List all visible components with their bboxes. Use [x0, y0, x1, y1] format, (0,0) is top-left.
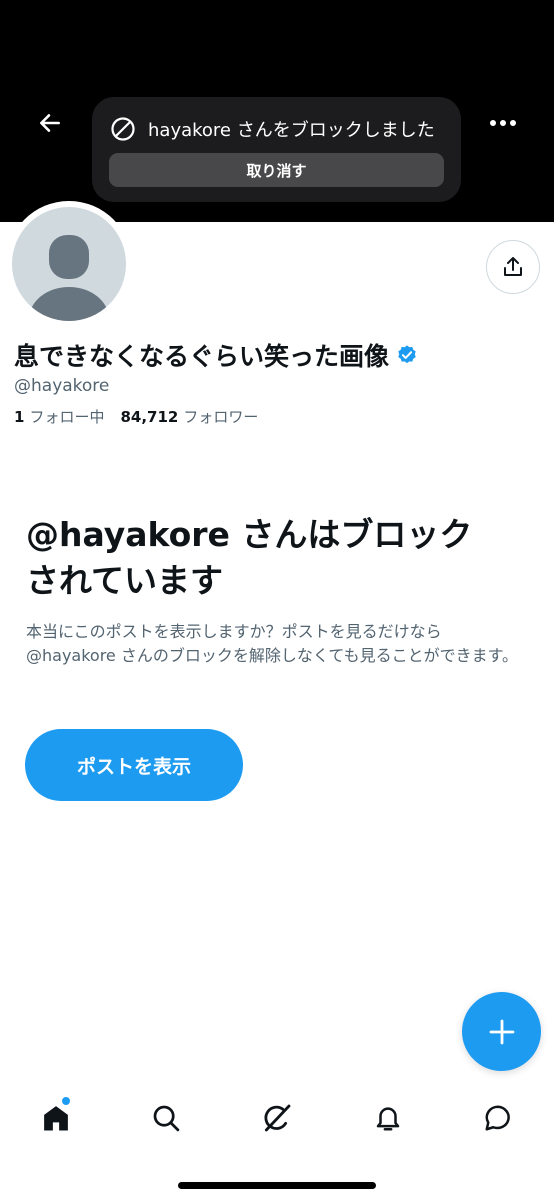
blocked-title-line1: @hayakore さんはブロック	[26, 515, 473, 554]
follow-stats: 1 フォロー中 84,712 フォロワー	[14, 406, 258, 427]
followers-label: フォロワー	[183, 408, 259, 426]
search-icon	[153, 1105, 180, 1132]
arrow-left-icon	[40, 114, 60, 132]
blocked-title: @hayakore さんはブロック されています	[26, 512, 526, 604]
tab-search[interactable]	[138, 1090, 194, 1146]
block-icon	[111, 117, 135, 141]
profile-name-row: 息できなくなるぐらい笑った画像	[14, 336, 418, 374]
home-unread-dot	[62, 1097, 70, 1105]
tab-grok[interactable]	[249, 1090, 305, 1146]
plus-icon	[489, 1019, 514, 1044]
default-avatar-icon	[12, 207, 126, 321]
blocked-title-line2: されています	[26, 561, 224, 600]
tab-messages[interactable]	[470, 1090, 526, 1146]
grok-icon	[264, 1104, 291, 1132]
toast-message: hayakore さんをブロックしました	[148, 120, 435, 141]
verified-badge-icon[interactable]	[396, 344, 418, 366]
view-posts-button[interactable]: ポストを表示	[25, 729, 243, 801]
more-options-button[interactable]	[482, 103, 524, 143]
compose-post-button[interactable]	[462, 992, 541, 1071]
following-link[interactable]: 1 フォロー中	[14, 406, 104, 427]
following-count: 1	[14, 408, 25, 426]
tab-notifications[interactable]	[360, 1090, 416, 1146]
messages-icon	[485, 1105, 510, 1131]
tab-home[interactable]	[28, 1090, 84, 1146]
share-button[interactable]	[486, 240, 540, 294]
notifications-icon	[376, 1107, 400, 1131]
blocked-description: 本当にこのポストを表示しますか？ポストを見るだけなら @hayakore さんの…	[26, 622, 518, 665]
bottom-tab-bar	[0, 1090, 554, 1146]
more-horizontal-icon	[490, 120, 516, 126]
following-label: フォロー中	[29, 408, 105, 426]
undo-block-button[interactable]: 取り消す	[109, 153, 444, 187]
home-indicator	[178, 1182, 376, 1189]
share-icon	[504, 257, 522, 276]
avatar[interactable]	[6, 201, 132, 327]
profile-handle: @hayakore	[14, 376, 110, 396]
followers-count: 84,712	[120, 408, 179, 426]
display-name: 息できなくなるぐらい笑った画像	[14, 342, 390, 371]
home-icon	[44, 1106, 68, 1131]
back-button[interactable]	[30, 103, 70, 143]
followers-link[interactable]: 84,712 フォロワー	[120, 406, 258, 427]
